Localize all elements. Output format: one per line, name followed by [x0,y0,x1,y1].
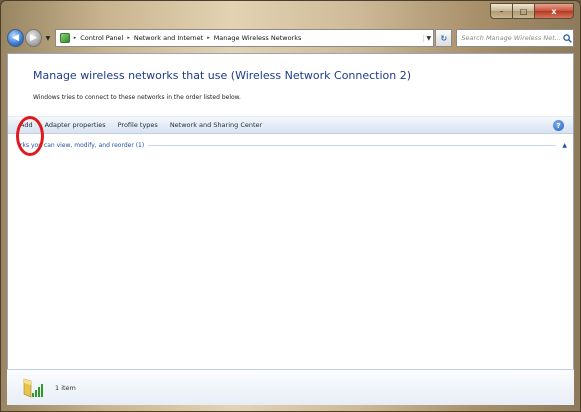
navigation-bar: ◀ ▶ ▼ ▸ Control Panel ▸ Network and Inte… [7,27,574,49]
breadcrumb-separator: ▸ [127,35,130,41]
adapter-properties-button[interactable]: Adapter properties [45,121,106,129]
network-sharing-center-button[interactable]: Network and Sharing Center [170,121,262,129]
page-title: Manage wireless networks that use (Wirel… [33,69,412,82]
address-bar[interactable]: ▸ Control Panel ▸ Network and Internet ▸… [54,29,435,47]
status-bar: 1 item [7,369,574,405]
wireless-network-icon [21,377,43,399]
help-icon[interactable]: ? [553,120,564,131]
item-count: 1 item [55,383,76,392]
recent-pages-dropdown[interactable]: ▼ [44,35,52,42]
caption-buttons: – □ x [490,3,574,19]
group-divider [148,144,557,146]
minimize-button[interactable]: – [490,3,512,19]
page-subtitle: Windows tries to connect to these networ… [33,94,241,101]
control-panel-icon [59,33,70,43]
address-dropdown[interactable]: ▼ [423,34,433,42]
search-box[interactable]: Search Manage Wireless Net... [456,29,574,47]
refresh-button[interactable]: ↻ [435,29,453,47]
profile-types-button[interactable]: Profile types [118,121,158,129]
red-circle-annotation [16,116,44,156]
forward-button[interactable]: ▶ [25,29,43,47]
explorer-window: – □ x ◀ ▶ ▼ ▸ Control Panel ▸ Network an… [0,0,581,412]
command-bar: Add Adapter properties Profile types Net… [8,116,573,134]
maximize-button[interactable]: □ [512,3,534,19]
search-placeholder: Search Manage Wireless Net... [461,34,561,42]
back-button[interactable]: ◀ [7,29,25,47]
breadcrumb-network-and-internet[interactable]: Network and Internet [134,34,203,42]
breadcrumb-separator: ▸ [73,35,77,41]
collapse-icon[interactable]: ▲ [562,142,567,149]
breadcrumb-separator: ▸ [207,35,210,41]
breadcrumb-manage-wireless-networks[interactable]: Manage Wireless Networks [214,34,302,42]
close-button[interactable]: x [534,3,574,19]
breadcrumb-control-panel[interactable]: Control Panel [80,34,123,42]
network-group-header[interactable]: rks you can view, modify, and reorder (1… [20,140,567,150]
search-icon[interactable] [561,33,573,43]
content-pane: Manage wireless networks that use (Wirel… [7,53,574,405]
